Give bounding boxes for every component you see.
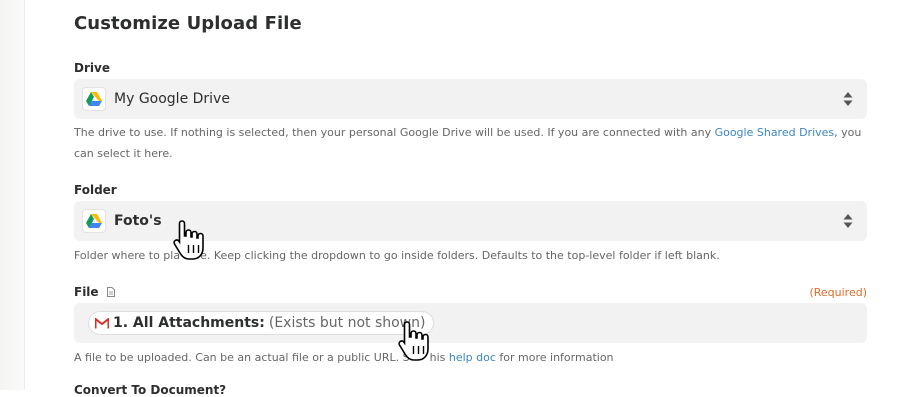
next-field-label-partial: Convert To Document? [74, 383, 227, 397]
google-drive-icon [82, 87, 106, 111]
folder-value: Foto's [114, 213, 162, 229]
chevron-updown-icon [843, 214, 853, 228]
drive-help: The drive to use. If nothing is selected… [74, 126, 862, 160]
drive-select[interactable]: My Google Drive [74, 79, 867, 119]
hand-pointer-icon [173, 220, 204, 260]
file-label: File [74, 285, 115, 299]
left-rail [0, 0, 25, 390]
drive-label: Drive [74, 61, 110, 75]
drive-value: My Google Drive [114, 91, 230, 107]
required-indicator: (Required) [809, 286, 867, 299]
page-title: Customize Upload File [74, 13, 302, 34]
file-doc-icon [106, 287, 115, 297]
file-help: A file to be uploaded. Can be an actual … [74, 351, 614, 364]
mapped-field-pill[interactable]: 1. All Attachments: (Exists but not show… [88, 311, 435, 335]
gmail-icon [95, 317, 109, 329]
pill-name: 1. All Attachments: [113, 315, 265, 331]
chevron-updown-icon [843, 92, 853, 106]
help-doc-link[interactable]: help doc [449, 351, 496, 364]
google-shared-drives-link[interactable]: Google Shared Drives [715, 126, 835, 139]
folder-label: Folder [74, 183, 117, 197]
google-drive-icon [82, 209, 106, 233]
hand-pointer-icon [398, 321, 429, 361]
file-input[interactable]: 1. All Attachments: (Exists but not show… [74, 303, 867, 343]
